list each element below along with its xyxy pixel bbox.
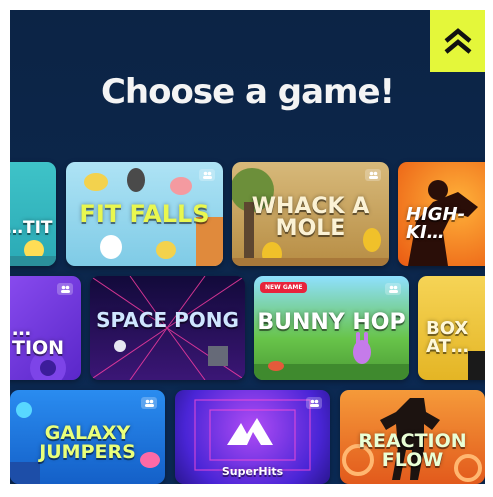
game-title: BOX AT…	[426, 318, 469, 357]
logo-button[interactable]	[430, 10, 485, 72]
players-icon	[57, 283, 73, 295]
game-title: …TIT	[10, 218, 53, 238]
game-card-galaxy-jumpers[interactable]: GALAXY JUMPERS	[10, 390, 165, 484]
game-selection-screen: Choose a game! …TIT FIT FALLS WHACK A MO…	[10, 10, 485, 484]
game-title: SPACE PONG	[96, 308, 239, 332]
game-card-4[interactable]: …TION	[10, 276, 81, 380]
players-icon	[365, 169, 381, 181]
game-card-box-at[interactable]: BOX AT…	[418, 276, 485, 380]
game-title: SuperHits	[221, 465, 284, 478]
game-title: FIT FALLS	[79, 200, 210, 228]
double-chevron-up-icon	[444, 28, 471, 54]
game-title: …TION	[12, 318, 65, 359]
game-card-high-kick[interactable]: HIGH-KI…	[398, 162, 485, 266]
game-title: HIGH-KI…	[406, 204, 466, 243]
game-card-reaction-flow[interactable]: REACTION FLOW	[340, 390, 485, 484]
game-card-space-pong[interactable]: SPACE PONG	[90, 276, 245, 380]
players-icon	[199, 169, 215, 181]
game-card-bunny-hop[interactable]: NEW GAME BUNNY HOP	[254, 276, 409, 380]
game-card-superhits[interactable]: SuperHits	[175, 390, 330, 484]
game-title: GALAXY JUMPERS	[39, 422, 136, 463]
game-card-whack-a-mole[interactable]: WHACK A MOLE	[232, 162, 389, 266]
players-icon	[141, 397, 157, 409]
game-card-0[interactable]: …TIT	[10, 162, 56, 266]
game-title: BUNNY HOP	[257, 310, 406, 335]
players-icon	[306, 397, 322, 409]
game-title: REACTION FLOW	[358, 430, 467, 471]
new-game-badge: NEW GAME	[260, 282, 308, 293]
players-icon	[385, 283, 401, 295]
page-title: Choose a game!	[100, 72, 395, 112]
game-card-fit-falls[interactable]: FIT FALLS	[66, 162, 223, 266]
game-title: WHACK A MOLE	[251, 194, 370, 241]
